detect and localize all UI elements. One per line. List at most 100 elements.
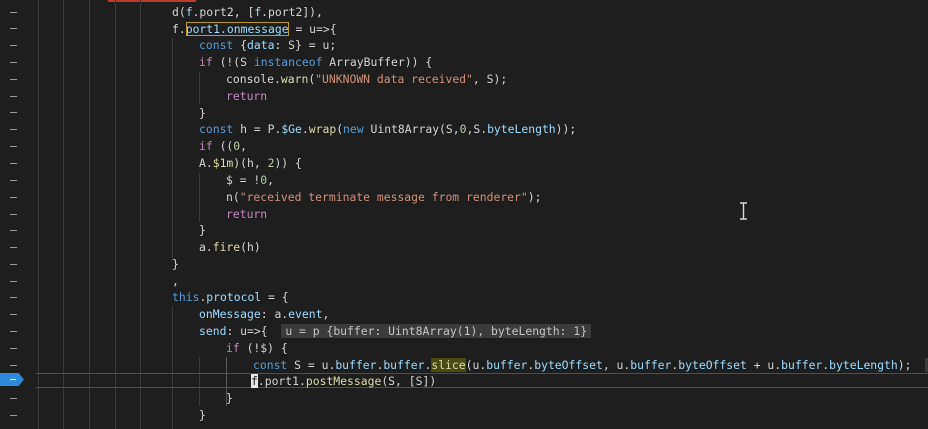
code-token: buffer: [486, 358, 528, 372]
code-line[interactable]: n("received terminate message from rende…: [226, 189, 541, 206]
code-token: const: [253, 358, 288, 372]
gutter-mark: [10, 146, 17, 147]
code-token: console.: [226, 72, 281, 86]
code-token: byteOffset: [534, 358, 603, 372]
gutter-mark: [10, 197, 17, 198]
code-line[interactable]: console.warn("UNKNOWN data received", S)…: [226, 71, 507, 88]
code-token: )(h,: [233, 156, 268, 170]
code-line[interactable]: f.port1.onmessage = u=>{: [172, 21, 337, 38]
breakpoint-marker[interactable]: [0, 373, 24, 386]
code-token: if: [199, 55, 213, 69]
inline-value-hint: u = p {buffer: Uint8Array(1), byteLength…: [281, 324, 592, 338]
code-line[interactable]: if (!$) {: [226, 340, 288, 357]
code-token: ,: [322, 307, 330, 321]
code-token: byteLength: [487, 122, 556, 136]
code-token: f.: [172, 22, 186, 36]
code-editor[interactable]: d(f.port2, [f.port2]), f.port1.onmessage …: [0, 0, 928, 429]
code-line[interactable]: }: [199, 105, 206, 122]
indent-guide: [172, 38, 173, 260]
code-token: (!(S: [212, 55, 254, 69]
code-line[interactable]: }: [199, 222, 206, 239]
code-token: .port2, [: [192, 5, 255, 19]
code-token: = u=>{: [288, 22, 337, 36]
code-token: }: [226, 391, 233, 405]
code-token: ((: [212, 139, 234, 153]
gutter-mark: [10, 415, 17, 416]
code-line[interactable]: }: [199, 407, 206, 424]
code-line[interactable]: return: [226, 206, 267, 223]
code-token: h = P.: [233, 122, 282, 136]
code-line[interactable]: return: [226, 88, 267, 105]
code-token: ArrayBuffer)) {: [322, 55, 433, 69]
indent-guide: [89, 0, 90, 429]
code-token: buffer: [630, 358, 672, 372]
code-token: return: [226, 89, 268, 103]
gutter-mark: [10, 28, 17, 29]
code-token: return: [226, 207, 268, 221]
code-line[interactable]: f.port1.postMessage(S, [S]): [251, 373, 436, 390]
code-line[interactable]: const {data: S} = u;: [199, 37, 336, 54]
code-line[interactable]: }: [226, 390, 233, 407]
code-token: ,: [172, 274, 179, 288]
code-token: slice: [431, 358, 466, 372]
indent-guide: [172, 306, 173, 429]
gutter-mark: [10, 180, 17, 181]
text-cursor-icon: [740, 202, 747, 220]
gutter-mark: [10, 398, 17, 399]
gutter-mark: [10, 62, 17, 63]
code-token: if: [226, 341, 240, 355]
code-token: instanceof: [253, 55, 323, 69]
breakpoint-dash: [10, 379, 16, 380]
code-line[interactable]: d(f.port2, [f.port2]),: [172, 4, 323, 21]
code-line[interactable]: A.$1m)(h, 2)) {: [199, 155, 302, 172]
code-token: + u.: [746, 358, 782, 372]
code-token: data: [247, 38, 275, 52]
gutter-mark: [10, 112, 17, 113]
code-token: )) {: [274, 156, 302, 170]
code-token: );: [897, 358, 926, 372]
gutter-mark: [10, 230, 17, 231]
gutter-mark: [10, 314, 17, 315]
code-line[interactable]: if (!(S instanceof ArrayBuffer)) {: [199, 54, 432, 71]
indent-guide: [199, 173, 200, 222]
code-line[interactable]: this.protocol = {: [172, 289, 289, 306]
gutter-mark: [10, 96, 17, 97]
code-token: .: [301, 122, 309, 136]
code-line[interactable]: }: [172, 256, 179, 273]
gutter-mark: [10, 129, 17, 130]
text-caret: f: [251, 374, 258, 388]
code-line[interactable]: const S = u.buffer.buffer.slice(u.buffer…: [253, 357, 928, 374]
code-line[interactable]: const h = P.$Ge.wrap(new Uint8Array(S,0,…: [199, 121, 576, 138]
code-line[interactable]: if ((0,: [199, 138, 247, 155]
code-token: fire: [212, 240, 241, 254]
gutter-mark: [10, 264, 17, 265]
code-token: $1m: [212, 156, 234, 170]
gutter-mark: [10, 281, 17, 282]
code-line[interactable]: $ = !0,: [226, 172, 274, 189]
code-line[interactable]: a.fire(h): [199, 239, 261, 256]
gutter-mark: [10, 12, 17, 13]
code-token: postMessage: [305, 374, 382, 388]
code-token: buffer: [383, 358, 425, 372]
code-token: byteOffset: [678, 358, 747, 372]
code-token: );: [527, 190, 542, 204]
code-token: ,: [267, 173, 275, 187]
code-line[interactable]: onMessage: a.event,: [199, 306, 329, 323]
code-token: ,: [240, 139, 248, 153]
code-line[interactable]: ,: [172, 273, 179, 290]
code-line[interactable]: send: u=>{ u = p {buffer: Uint8Array(1),…: [199, 323, 592, 340]
code-token: a.: [199, 240, 213, 254]
gutter-mark: [10, 348, 17, 349]
indent-guide: [63, 0, 64, 429]
indent-guide: [38, 0, 39, 429]
code-token: ));: [555, 122, 577, 136]
code-token: .port1.: [257, 374, 306, 388]
code-token: }: [199, 223, 206, 237]
code-token: }: [199, 408, 206, 422]
code-token: send: [199, 324, 227, 338]
code-token: , u.: [602, 358, 631, 372]
gutter-mark: [10, 365, 17, 366]
gutter-mark: [10, 214, 17, 215]
tab-accent-bar: [108, 0, 196, 2]
code-token: event: [288, 307, 323, 321]
